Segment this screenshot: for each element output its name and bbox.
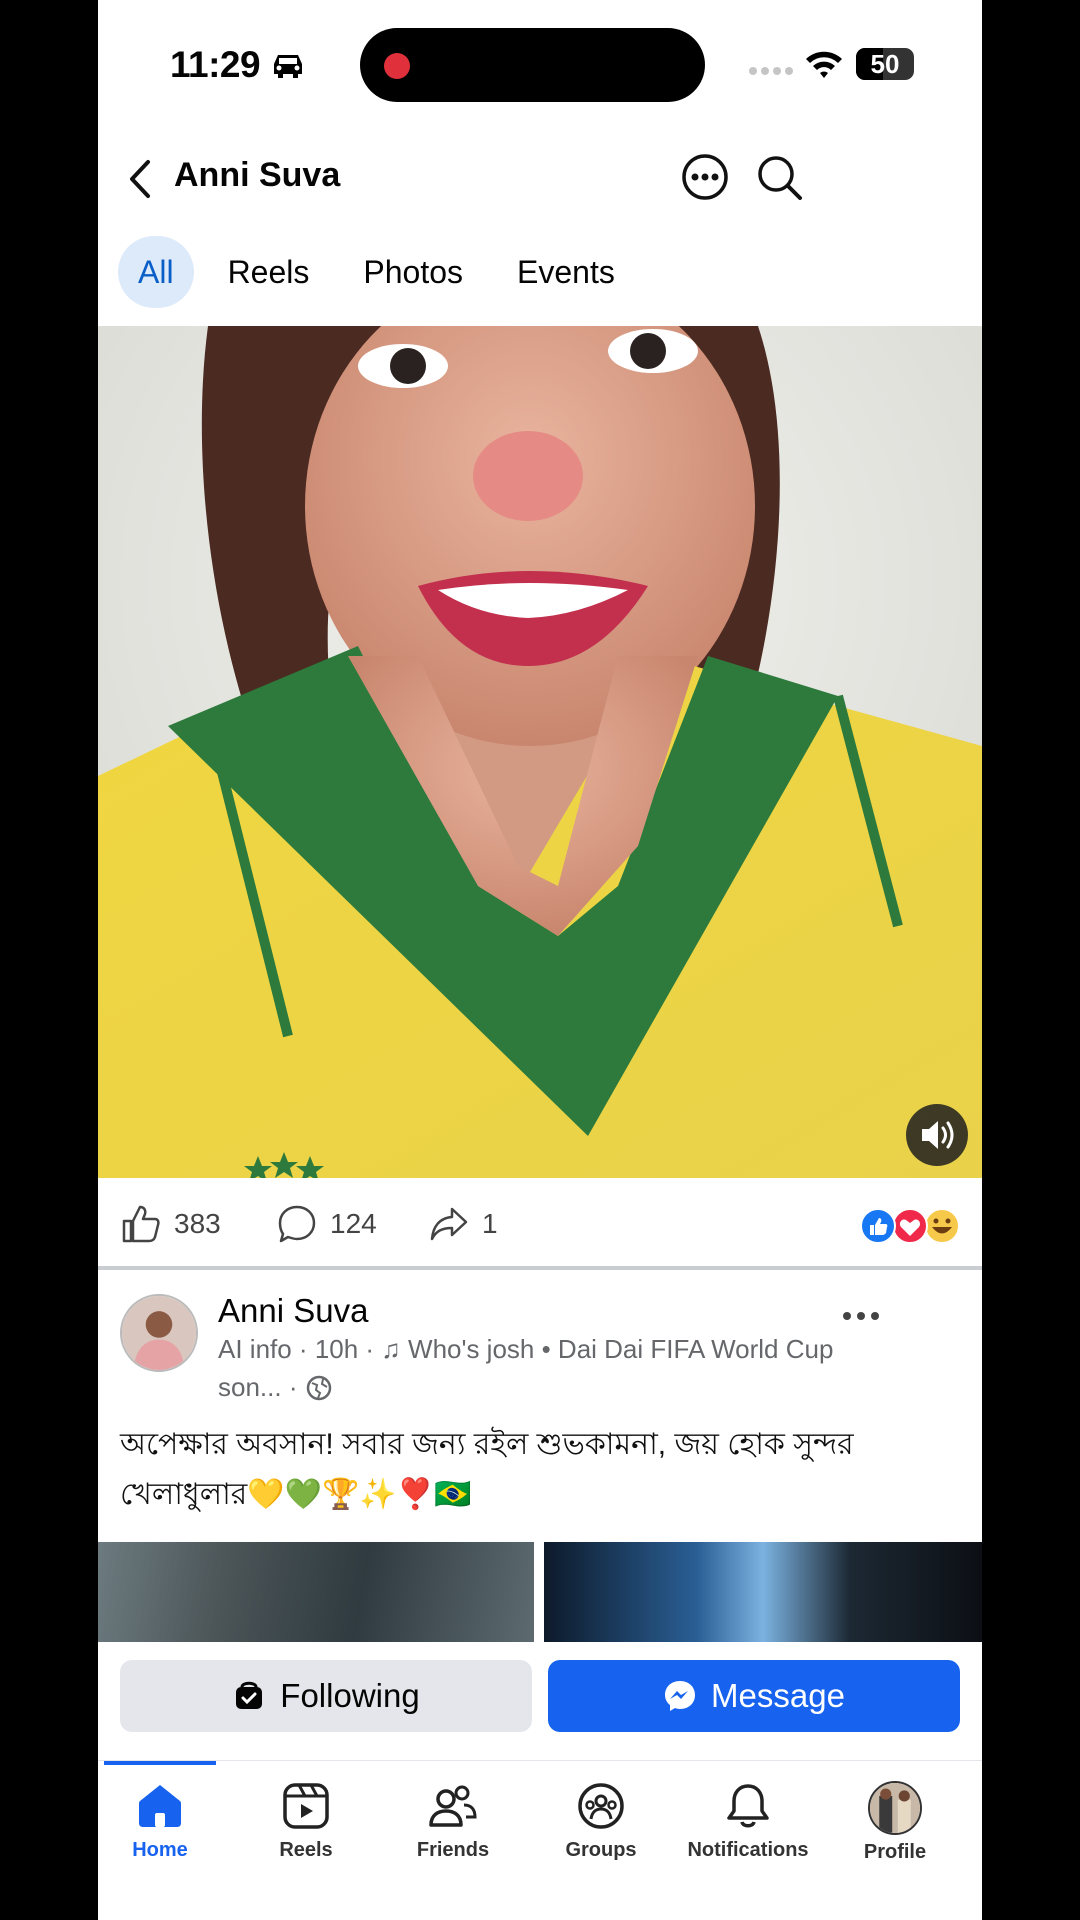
tab-all[interactable]: All — [118, 236, 194, 308]
following-check-icon — [236, 1681, 263, 1709]
engagement-bar: 383 124 1 — [98, 1178, 982, 1270]
reels-icon — [283, 1783, 329, 1829]
bell-icon — [727, 1784, 769, 1828]
nav-notifications-label: Notifications — [687, 1839, 809, 1861]
post-author-avatar[interactable] — [120, 1294, 198, 1372]
home-icon — [139, 1785, 181, 1827]
groups-icon — [578, 1783, 624, 1829]
nav-reels[interactable]: Reels — [232, 1781, 380, 1862]
more-options-icon[interactable] — [680, 152, 730, 202]
search-icon[interactable] — [754, 152, 804, 202]
nav-profile-label: Profile — [863, 1841, 927, 1863]
post-image-2[interactable] — [544, 1542, 982, 1642]
post-card: Anni Suva AI info · 10h · ♫ Who's josh •… — [98, 1274, 982, 1644]
nav-reels-label: Reels — [279, 1839, 333, 1861]
post-meta-song[interactable]: son... · — [218, 1372, 297, 1403]
post-meta-continued: son... · — [218, 1372, 333, 1403]
video-frame — [98, 326, 982, 1178]
nav-groups-label: Groups — [565, 1839, 637, 1861]
wifi-icon — [806, 51, 842, 78]
reel-video[interactable] — [98, 326, 982, 1178]
post-caption: অপেক্ষার অবসান! সবার জন্য রইল শুভকামনা, … — [120, 1428, 854, 1511]
tab-reels[interactable]: Reels — [208, 236, 330, 308]
page-title: Anni Suva — [174, 156, 341, 194]
post-meta: AI info · 10h · ♫ Who's josh • Dai Dai F… — [218, 1334, 834, 1364]
like-icon — [122, 1205, 160, 1243]
comment-button[interactable]: 124 — [276, 1202, 377, 1246]
status-bar: 11:29 50 — [98, 0, 982, 130]
dynamic-island — [360, 28, 705, 102]
car-icon — [274, 55, 302, 78]
share-button[interactable]: 1 — [428, 1202, 498, 1246]
post-more-icon[interactable] — [840, 1306, 882, 1326]
friends-icon — [429, 1785, 477, 1827]
share-count: 1 — [482, 1208, 498, 1239]
messenger-icon — [665, 1681, 696, 1711]
tab-photos[interactable]: Photos — [343, 236, 483, 308]
tab-events[interactable]: Events — [497, 236, 635, 308]
nav-notifications[interactable]: Notifications — [674, 1781, 822, 1862]
battery-level: 50 — [870, 49, 900, 79]
message-label: Message — [711, 1677, 845, 1714]
nav-friends-label: Friends — [416, 1839, 490, 1861]
content-tabs: All Reels Photos Events — [118, 236, 635, 308]
following-button[interactable]: Following — [120, 1660, 532, 1732]
profile-actions: Following Message — [98, 1644, 982, 1760]
globe-icon — [307, 1375, 332, 1400]
nav-home[interactable]: Home — [98, 1781, 234, 1862]
profile-avatar — [868, 1781, 922, 1835]
share-icon — [430, 1207, 468, 1241]
reaction-summary-icons[interactable] — [858, 1206, 960, 1246]
following-label: Following — [280, 1677, 420, 1714]
page-header: Anni Suva — [98, 130, 982, 230]
nav-profile[interactable]: Profile — [821, 1781, 969, 1864]
like-count: 383 — [174, 1208, 221, 1239]
back-arrow-icon[interactable] — [124, 156, 156, 202]
post-image-1[interactable] — [98, 1542, 534, 1642]
nav-active-indicator — [104, 1761, 216, 1765]
comment-icon — [278, 1205, 316, 1243]
bottom-nav: Home Reels Friends Groups Notifications … — [98, 1760, 982, 1920]
nav-friends[interactable]: Friends — [379, 1781, 527, 1862]
nav-groups[interactable]: Groups — [527, 1781, 675, 1862]
message-button[interactable]: Message — [548, 1660, 960, 1732]
like-button[interactable]: 383 — [120, 1202, 221, 1246]
recording-indicator — [384, 53, 410, 79]
comment-count: 124 — [330, 1208, 377, 1239]
nav-home-label: Home — [132, 1839, 188, 1861]
sound-icon[interactable] — [906, 1104, 968, 1166]
battery-indicator: 50 — [856, 48, 914, 80]
phone-screen: 11:29 50 Anni Suva All Reels Photos Even… — [98, 0, 982, 1920]
post-author-name[interactable]: Anni Suva — [218, 1292, 368, 1330]
cellular-signal-icon — [749, 67, 793, 75]
status-time: 11:29 — [170, 44, 261, 85]
